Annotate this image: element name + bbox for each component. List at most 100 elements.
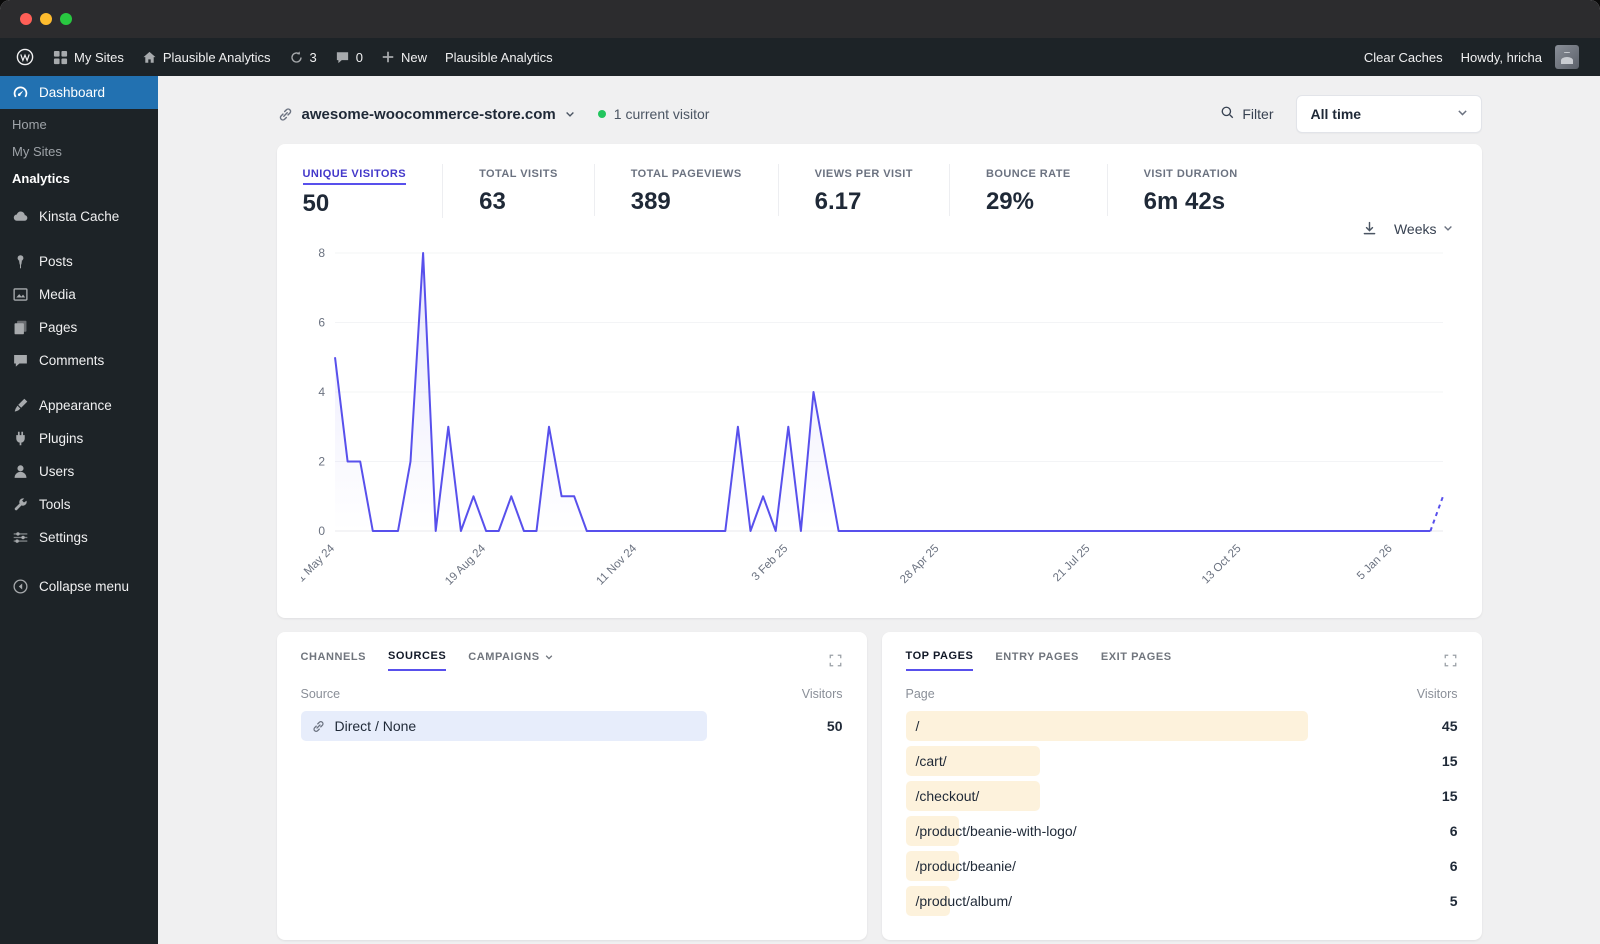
svg-text:6: 6 — [318, 316, 325, 330]
tab-exit-pages[interactable]: EXIT PAGES — [1101, 651, 1172, 670]
updates-indicator[interactable]: 3 — [280, 38, 326, 76]
page-visitors: 45 — [1441, 718, 1458, 734]
sidebar-item-my-sites[interactable]: My Sites — [0, 138, 158, 165]
chevron-down-icon — [564, 108, 576, 120]
site-home-link[interactable]: Plausible Analytics — [133, 38, 280, 76]
pages-icon — [10, 319, 30, 336]
page-name: /product/beanie-with-logo/ — [915, 823, 1077, 839]
metric-bounce-rate[interactable]: BOUNCE RATE 29% — [950, 164, 1108, 216]
tab-entry-pages[interactable]: ENTRY PAGES — [995, 651, 1078, 670]
tab-sources[interactable]: SOURCES — [388, 650, 447, 671]
svg-text:5 Jan 26: 5 Jan 26 — [1355, 543, 1395, 583]
current-visitors-label: 1 current visitor — [613, 106, 710, 122]
window-titlebar — [0, 0, 1600, 38]
interval-select[interactable]: Weeks — [1394, 221, 1454, 237]
my-sites-menu[interactable]: My Sites — [44, 38, 133, 76]
sidebar-item-label: Appearance — [39, 398, 112, 413]
visitors-chart: 0 2 4 6 8 31 May 24 19 Aug 24 11 Nov 24 3 Feb 25… — [290, 239, 1458, 608]
sidebar-item-label: Users — [39, 464, 75, 479]
account-menu[interactable]: Howdy, hricha — [1452, 38, 1588, 76]
metric-total-visits[interactable]: TOTAL VISITS 63 — [443, 164, 595, 216]
filter-button[interactable]: Filter — [1220, 105, 1274, 123]
sidebar-item-settings[interactable]: Settings — [0, 521, 158, 554]
download-export-icon[interactable] — [1361, 220, 1378, 237]
new-content-menu[interactable]: New — [372, 38, 436, 76]
sidebar-item-home[interactable]: Home — [0, 111, 158, 138]
sidebar-item-comments[interactable]: Comments — [0, 344, 158, 377]
admin-bar-right: Clear Caches Howdy, hricha — [1355, 38, 1588, 76]
source-visitors: 50 — [826, 718, 843, 734]
page-visitors: 15 — [1441, 788, 1458, 804]
top-pages-card: TOP PAGES ENTRY PAGES EXIT PAGES Page Vi… — [881, 632, 1482, 940]
clear-caches-button[interactable]: Clear Caches — [1355, 38, 1452, 76]
sidebar-item-tools[interactable]: Tools — [0, 488, 158, 521]
page-row[interactable]: /cart/ 15 — [905, 745, 1458, 777]
metric-total-pageviews[interactable]: TOTAL PAGEVIEWS 389 — [595, 164, 779, 216]
admin-sidebar: Dashboard Home My Sites Analytics Kinsta… — [0, 76, 158, 944]
page-name: /product/beanie/ — [915, 858, 1016, 874]
date-range-select[interactable]: All time — [1295, 95, 1482, 133]
minimize-window-button[interactable] — [40, 13, 52, 25]
my-sites-icon — [53, 50, 68, 65]
sidebar-item-label: Posts — [39, 254, 73, 269]
sidebar-item-appearance[interactable]: Appearance — [0, 389, 158, 422]
zoom-window-button[interactable] — [60, 13, 72, 25]
metric-views-per-visit[interactable]: VIEWS PER VISIT 6.17 — [779, 164, 950, 216]
page-visitors: 6 — [1449, 823, 1458, 839]
metric-value: 29% — [985, 188, 1034, 215]
tab-channels[interactable]: CHANNELS — [301, 651, 367, 670]
page-row[interactable]: /product/beanie/ 6 — [905, 850, 1458, 882]
svg-text:8: 8 — [318, 246, 325, 260]
sidebar-item-media[interactable]: Media — [0, 278, 158, 311]
link-icon — [312, 720, 324, 732]
metric-value: 50 — [302, 190, 330, 217]
comments-indicator[interactable]: 0 — [326, 38, 372, 76]
close-window-button[interactable] — [20, 13, 32, 25]
comments-icon — [10, 352, 30, 369]
metric-value: 63 — [479, 188, 506, 215]
tab-top-pages[interactable]: TOP PAGES — [905, 650, 974, 671]
plugins-icon — [10, 430, 30, 447]
collapse-icon — [10, 578, 30, 595]
comments-count: 0 — [355, 49, 363, 65]
expand-icon[interactable] — [1443, 653, 1458, 668]
admin-bar-page-title[interactable]: Plausible Analytics — [436, 38, 562, 76]
sidebar-item-users[interactable]: Users — [0, 455, 158, 488]
metric-unique-visitors[interactable]: UNIQUE VISITORS 50 — [301, 164, 444, 218]
sidebar-item-pages[interactable]: Pages — [0, 311, 158, 344]
stats-card: UNIQUE VISITORS 50 TOTAL VISITS 63 TOTAL… — [276, 144, 1482, 618]
source-row[interactable]: Direct / None 50 — [300, 710, 843, 742]
collapse-menu-button[interactable]: Collapse menu — [0, 570, 158, 603]
page-row[interactable]: /product/beanie-with-logo/ 6 — [905, 815, 1458, 847]
analytics-content: awesome-woocommerce-store.com 1 current … — [158, 76, 1600, 944]
page-visitors: 6 — [1449, 858, 1458, 874]
wordpress-logo-icon[interactable] — [6, 38, 44, 76]
search-icon — [1220, 105, 1235, 123]
sidebar-item-posts[interactable]: Posts — [0, 245, 158, 278]
plus-icon — [381, 50, 395, 64]
wp-admin-bar: My Sites Plausible Analytics 3 0 New Pla… — [0, 38, 1600, 76]
metric-visit-duration[interactable]: VISIT DURATION 6m 42s — [1108, 164, 1274, 216]
metric-value: 389 — [630, 188, 671, 215]
collapse-menu-label: Collapse menu — [39, 579, 130, 594]
chevron-down-icon — [545, 655, 552, 660]
page-row[interactable]: / 45 — [905, 710, 1458, 742]
site-switcher[interactable]: awesome-woocommerce-store.com 1 current … — [277, 106, 710, 123]
settings-icon — [10, 529, 30, 546]
column-page: Page — [905, 687, 935, 701]
source-name: Direct / None — [334, 718, 417, 734]
sidebar-item-dashboard[interactable]: Dashboard — [0, 76, 158, 109]
column-visitors: Visitors — [801, 687, 843, 701]
page-name: /checkout/ — [915, 788, 980, 804]
live-visitors-dot — [597, 110, 606, 118]
page-row[interactable]: /checkout/ 15 — [905, 780, 1458, 812]
page-name: /cart/ — [915, 753, 947, 769]
tab-campaigns[interactable]: CAMPAIGNS — [468, 651, 553, 670]
page-row[interactable]: /product/album/ 5 — [905, 885, 1458, 917]
metric-value: 6.17 — [814, 188, 862, 215]
chevron-down-icon — [1442, 221, 1454, 237]
sidebar-item-plugins[interactable]: Plugins — [0, 422, 158, 455]
sidebar-item-kinsta-cache[interactable]: Kinsta Cache — [0, 200, 158, 233]
expand-icon[interactable] — [828, 653, 843, 668]
sidebar-item-analytics[interactable]: Analytics — [0, 165, 158, 192]
